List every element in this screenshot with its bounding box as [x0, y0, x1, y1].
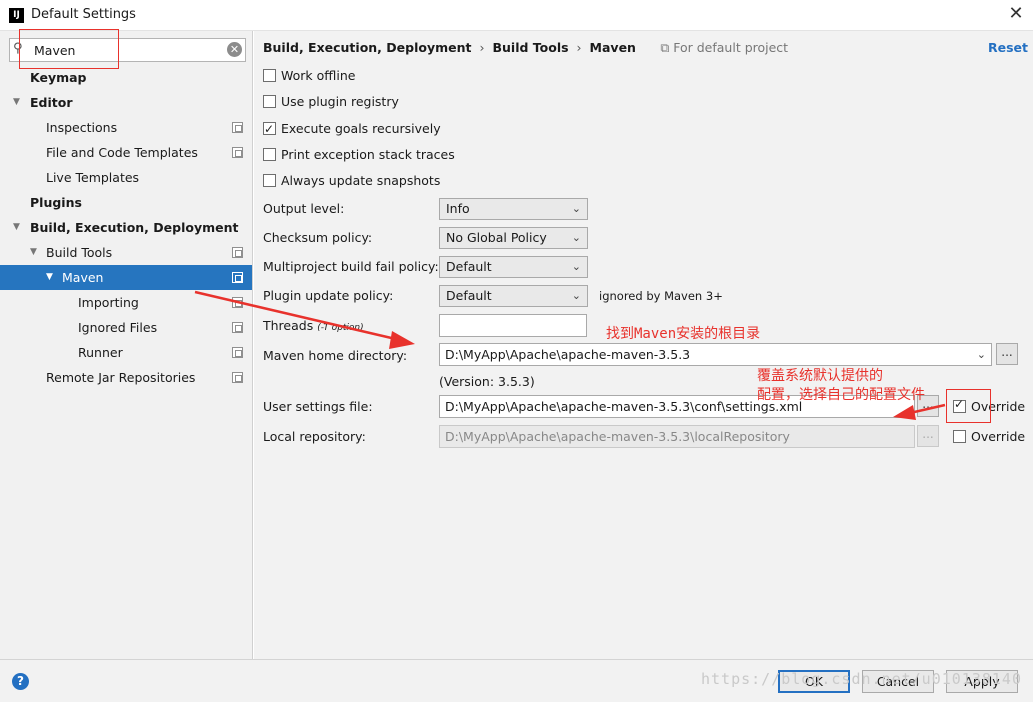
- find-maven-home-annotation: 找到Maven安装的根目录: [606, 326, 761, 342]
- arrow-to-maven-home: [194, 290, 415, 349]
- override-annotation-line1: 覆盖系统默认提供的: [757, 368, 883, 384]
- blog-watermark: https://blog.csdn.net/u010138140: [701, 670, 1022, 688]
- override-annotation-line2: 配置，选择自己的配置文件: [757, 387, 925, 403]
- annotation-arrows: [194, 290, 946, 420]
- arrow-to-user-settings: [893, 403, 946, 420]
